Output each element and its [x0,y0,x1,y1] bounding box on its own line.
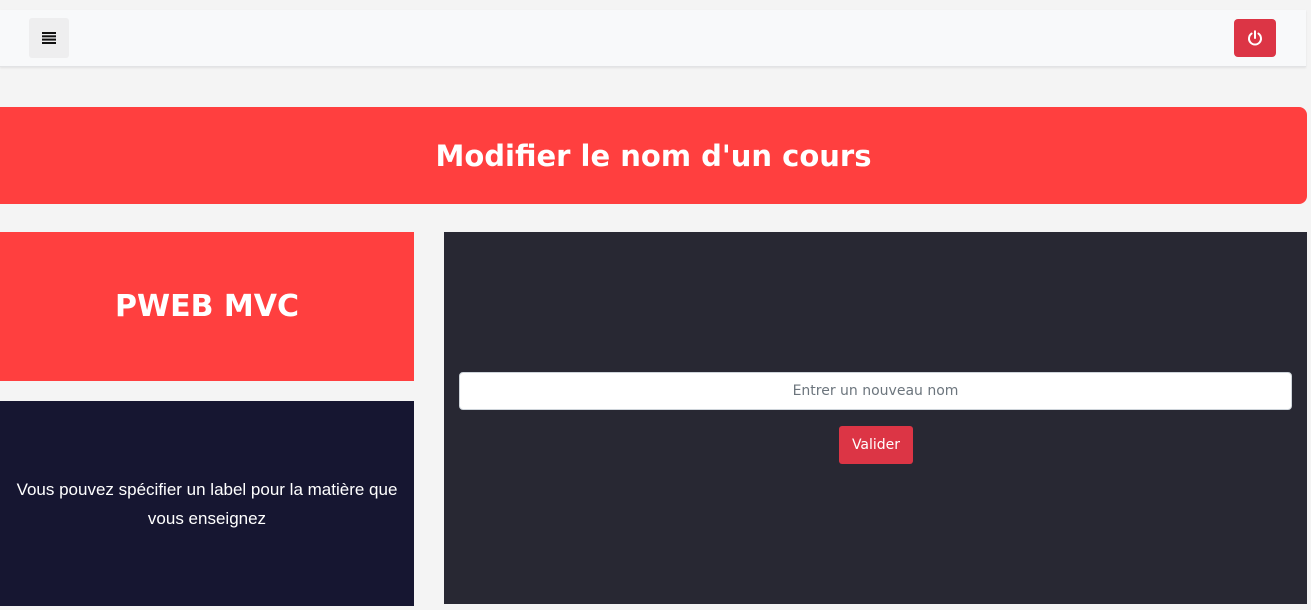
info-card: Vous pouvez spécifier un label pour la m… [0,401,414,606]
page-banner: Modifier le nom d'un cours [0,107,1307,204]
new-name-input[interactable] [459,372,1292,410]
menu-toggle-button[interactable] [29,18,69,58]
power-icon [1248,30,1262,46]
submit-button[interactable]: Valider [839,426,913,464]
course-card: PWEB MVC [0,232,414,381]
course-name: PWEB MVC [115,289,299,324]
top-navbar [0,10,1306,67]
hamburger-menu-icon [42,32,56,44]
logout-button[interactable] [1234,19,1276,57]
info-text: Vous pouvez spécifier un label pour la m… [16,479,398,528]
rename-form-panel: Valider [444,232,1307,604]
page-title: Modifier le nom d'un cours [435,138,872,173]
